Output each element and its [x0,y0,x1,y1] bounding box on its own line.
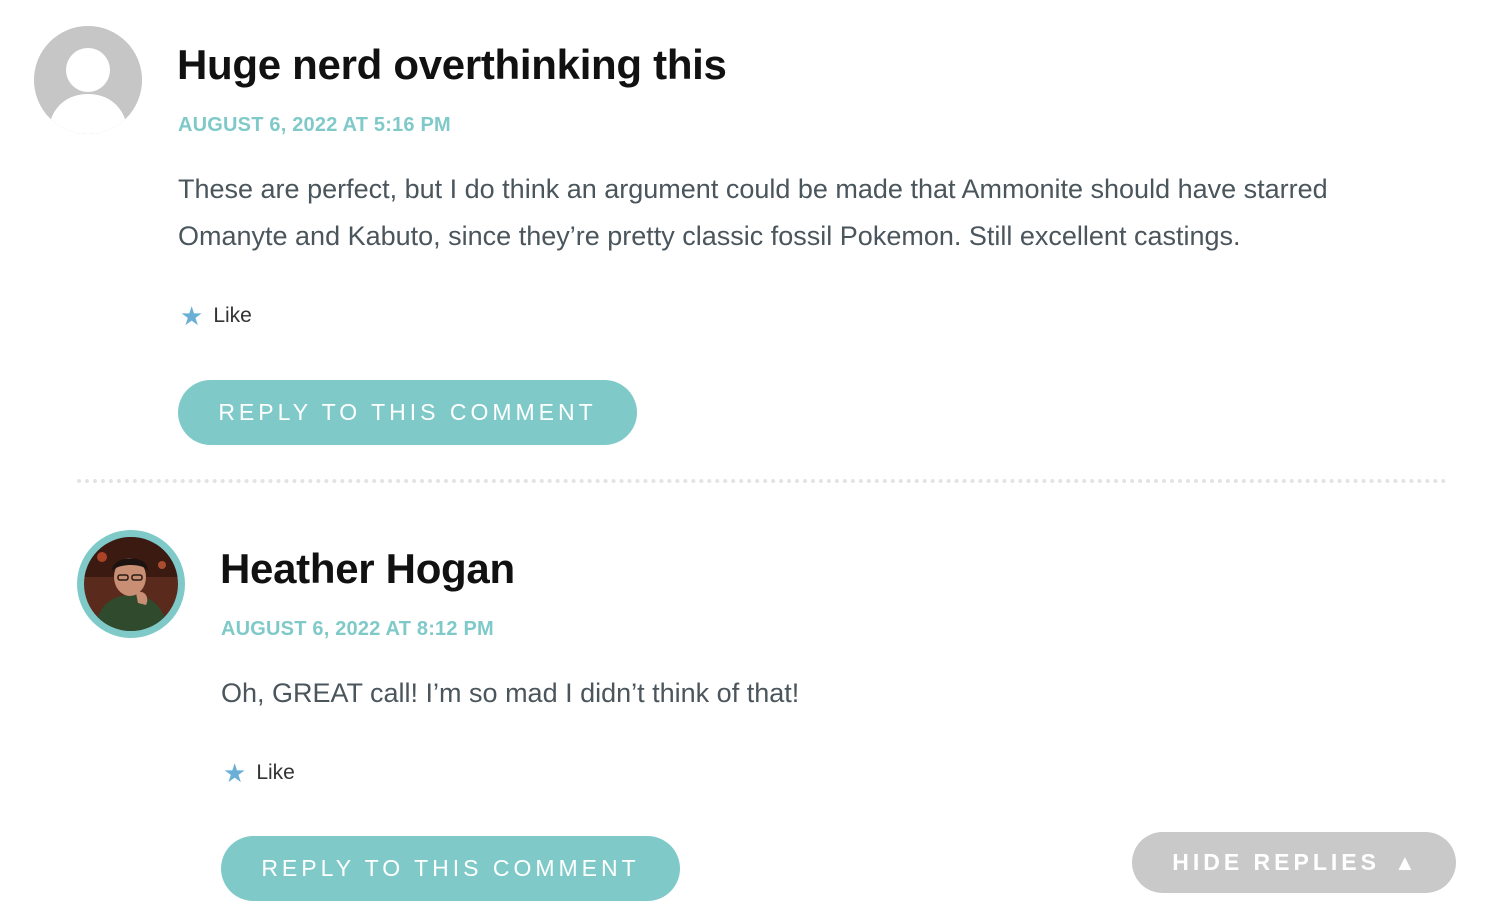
comment-body: These are perfect, but I do think an arg… [178,166,1328,260]
star-icon: ★ [180,301,204,331]
comment-body-line: Omanyte and Kabuto, since they’re pretty… [178,221,1241,251]
reply-button[interactable]: REPLY TO THIS COMMENT [178,380,637,445]
comment-body-line: These are perfect, but I do think an arg… [178,174,1328,204]
comment-body-line: Oh, GREAT call! I’m so mad I didn’t thin… [221,678,800,708]
comment-date[interactable]: AUGUST 6, 2022 AT 8:12 PM [221,619,494,639]
comment-author[interactable]: Huge nerd overthinking this [177,44,727,86]
triangle-up-icon: ▲ [1393,849,1416,875]
default-avatar-icon [34,26,142,134]
reply-button[interactable]: REPLY TO THIS COMMENT [221,836,680,901]
like-button[interactable]: ★ Like [223,760,295,786]
comment-body: Oh, GREAT call! I’m so mad I didn’t thin… [221,670,799,717]
comment-date[interactable]: AUGUST 6, 2022 AT 5:16 PM [178,115,451,135]
like-label: Like [256,761,295,784]
like-label: Like [213,304,252,327]
comment-divider [77,479,1447,483]
star-icon: ★ [223,758,247,788]
hide-replies-button[interactable]: HIDE REPLIES ▲ [1132,832,1456,893]
like-button[interactable]: ★ Like [180,303,252,329]
comments-section: Huge nerd overthinking this AUGUST 6, 20… [0,0,1488,924]
hide-replies-label: HIDE REPLIES [1172,849,1380,875]
user-photo-avatar [77,530,185,638]
comment-author[interactable]: Heather Hogan [220,548,515,590]
